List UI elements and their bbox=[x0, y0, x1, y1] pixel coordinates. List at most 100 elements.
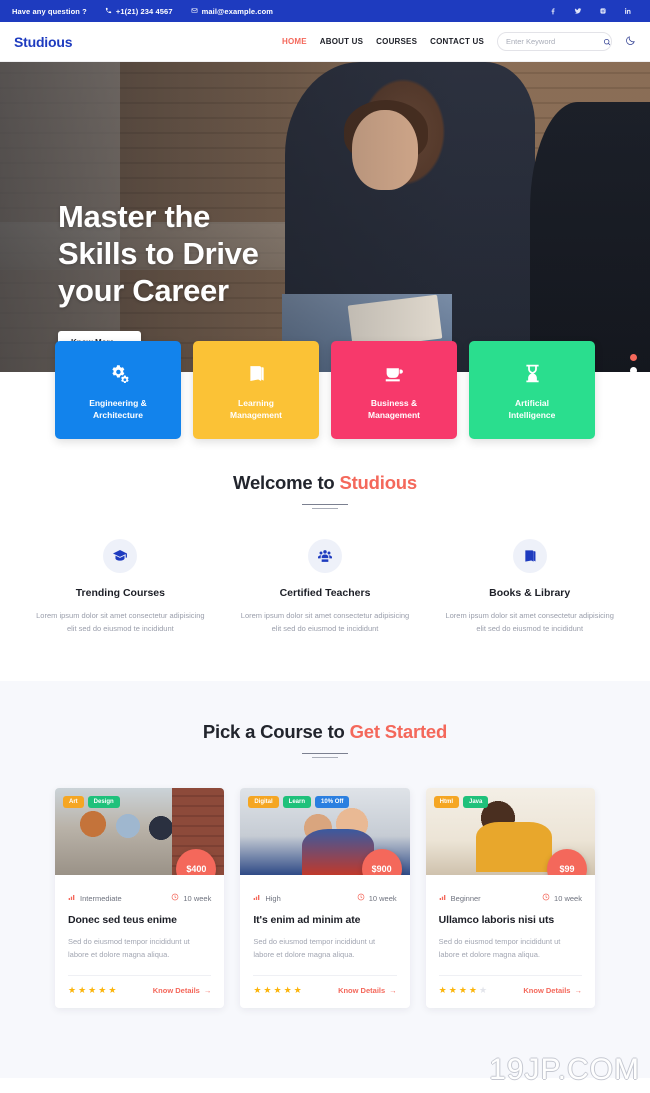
category-label-line-2: Management bbox=[230, 410, 282, 420]
course-footer: ★ ★ ★ ★ ★ Know Details → bbox=[438, 975, 582, 1008]
book-icon bbox=[246, 363, 267, 389]
category-label-line-1: Engineering & bbox=[89, 398, 147, 408]
course-tag[interactable]: Art bbox=[63, 796, 84, 808]
twitter-icon[interactable] bbox=[573, 7, 582, 16]
course-tag[interactable]: 10% Off bbox=[315, 796, 350, 808]
rating-star-icon: ★ bbox=[253, 985, 262, 995]
course-card-grid: Art Design $400 Intermediate 10 week Don… bbox=[0, 788, 650, 1008]
course-tag[interactable]: Design bbox=[87, 796, 120, 808]
feature-item-books-library: Books & Library Lorem ipsum dolor sit am… bbox=[427, 539, 632, 635]
welcome-title-accent: Studious bbox=[339, 472, 417, 493]
course-meta: High 10 week bbox=[253, 893, 397, 903]
course-know-details-link[interactable]: Know Details → bbox=[338, 986, 397, 995]
category-label-line-2: Management bbox=[368, 410, 420, 420]
course-title[interactable]: Ullamco laboris nisi uts bbox=[439, 914, 582, 926]
course-tag[interactable]: Learn bbox=[282, 796, 312, 808]
linkedin-icon[interactable] bbox=[623, 7, 632, 16]
clock-icon bbox=[171, 893, 179, 903]
course-know-details-link[interactable]: Know Details → bbox=[153, 986, 212, 995]
search-icon[interactable] bbox=[603, 33, 611, 51]
category-card-label: Artificial Intelligence bbox=[509, 397, 556, 421]
arrow-right-icon: → bbox=[203, 986, 212, 995]
topbar-phone[interactable]: +1(21) 234 4567 bbox=[105, 7, 173, 16]
course-level: High bbox=[253, 893, 281, 903]
instagram-icon[interactable] bbox=[598, 7, 607, 16]
phone-icon bbox=[105, 7, 112, 16]
course-level-label: High bbox=[265, 893, 281, 903]
course-tags: Digital Learn 10% Off bbox=[248, 796, 350, 808]
nav-link-home[interactable]: HOME bbox=[282, 37, 307, 46]
course-card[interactable]: Digital Learn 10% Off $900 High 10 week … bbox=[240, 788, 410, 1008]
course-duration: 10 week bbox=[171, 893, 211, 903]
course-duration: 10 week bbox=[357, 893, 397, 903]
people-group-icon bbox=[308, 539, 342, 573]
course-level: Beginner bbox=[439, 893, 481, 903]
category-card-label: Engineering & Architecture bbox=[89, 397, 147, 421]
course-card[interactable]: Html Java $99 Beginner 10 week Ullamco l… bbox=[425, 788, 595, 1008]
course-level-label: Beginner bbox=[450, 893, 481, 903]
course-duration-label: 10 week bbox=[554, 893, 582, 903]
courses-title-accent: Get Started bbox=[349, 721, 448, 742]
course-tags: Html Java bbox=[433, 796, 489, 808]
course-thumbnail: Digital Learn 10% Off $900 bbox=[240, 788, 410, 875]
course-title[interactable]: Donec sed teus enime bbox=[68, 914, 211, 926]
clock-icon bbox=[357, 893, 365, 903]
course-tag[interactable]: Html bbox=[433, 796, 459, 808]
course-tags: Art Design bbox=[63, 796, 120, 808]
rating-star-icon: ★ bbox=[478, 985, 488, 995]
nav-link-about-us[interactable]: ABOUT US bbox=[320, 37, 363, 46]
course-know-details-link[interactable]: Know Details → bbox=[523, 986, 582, 995]
nav-links: HOME ABOUT US COURSES CONTACT US bbox=[282, 37, 484, 46]
category-card-learning-management[interactable]: Learning Management bbox=[193, 341, 319, 439]
category-card-engineering-architecture[interactable]: Engineering & Architecture bbox=[55, 341, 181, 439]
course-thumbnail: Html Java $99 bbox=[425, 788, 595, 875]
facebook-icon[interactable] bbox=[548, 7, 557, 16]
topbar-question-text: Have any question ? bbox=[12, 6, 87, 16]
topbar-email[interactable]: mail@example.com bbox=[191, 7, 273, 16]
gears-icon bbox=[108, 363, 129, 389]
search-input[interactable] bbox=[506, 37, 603, 46]
rating-star-icon: ★ bbox=[98, 985, 107, 995]
feature-text: Lorem ipsum dolor sit amet consectetur a… bbox=[240, 611, 410, 633]
feature-title: Books & Library bbox=[489, 587, 571, 599]
course-title[interactable]: It's enim ad minim ate bbox=[253, 914, 396, 926]
category-card-artificial-intelligence[interactable]: Artificial Intelligence bbox=[469, 341, 595, 439]
site-logo[interactable]: Studious bbox=[14, 34, 72, 50]
search-box[interactable] bbox=[497, 32, 612, 51]
courses-title-divider bbox=[302, 753, 348, 758]
rating-star-icon: ★ bbox=[273, 985, 283, 995]
social-links bbox=[548, 7, 638, 16]
course-description: Sed do eiusmod tempor incididunt ut labo… bbox=[438, 937, 561, 959]
category-cards: Engineering & Architecture Learning Mana… bbox=[0, 341, 650, 439]
course-body: Beginner 10 week Ullamco laboris nisi ut… bbox=[426, 875, 595, 975]
clock-icon bbox=[542, 893, 550, 903]
nav-link-courses[interactable]: COURSES bbox=[376, 37, 417, 46]
category-card-business-management[interactable]: Business & Management bbox=[331, 341, 457, 439]
welcome-title-divider bbox=[302, 504, 348, 509]
rating-star-icon: ★ bbox=[448, 985, 458, 995]
hero-title-line-2: Skills to Drive bbox=[58, 236, 259, 271]
signal-bars-icon bbox=[439, 893, 447, 903]
hero-banner: Master the Skills to Drive your Career K… bbox=[0, 62, 650, 372]
signal-bars-icon bbox=[253, 893, 261, 903]
course-meta: Intermediate 10 week bbox=[68, 893, 211, 903]
envelope-icon bbox=[191, 7, 198, 16]
course-footer: ★ ★ ★ ★ ★ Know Details → bbox=[253, 975, 397, 1008]
top-info-bar: Have any question ? +1(21) 234 4567 mail… bbox=[0, 0, 650, 22]
hero-title-line-3: your Career bbox=[58, 273, 229, 308]
course-duration-label: 10 week bbox=[183, 893, 212, 903]
hero-title-line-1: Master the bbox=[58, 199, 211, 234]
courses-section: Pick a Course to Get Started Art Design … bbox=[0, 681, 650, 1078]
course-tag[interactable]: Digital bbox=[248, 796, 279, 808]
dark-mode-toggle-icon[interactable] bbox=[625, 33, 636, 51]
nav-link-contact-us[interactable]: CONTACT US bbox=[430, 37, 484, 46]
category-card-label: Business & Management bbox=[368, 397, 420, 421]
course-tag[interactable]: Java bbox=[463, 796, 489, 808]
welcome-title: Welcome to Studious bbox=[0, 472, 650, 494]
course-know-details-label: Know Details bbox=[523, 986, 571, 995]
rating-star-icon: ★ bbox=[108, 985, 117, 995]
topbar-question: Have any question ? bbox=[12, 7, 87, 16]
course-rating: ★ ★ ★ ★ ★ bbox=[68, 985, 117, 996]
course-card[interactable]: Art Design $400 Intermediate 10 week Don… bbox=[55, 788, 225, 1008]
course-rating: ★ ★ ★ ★ ★ bbox=[439, 985, 488, 996]
